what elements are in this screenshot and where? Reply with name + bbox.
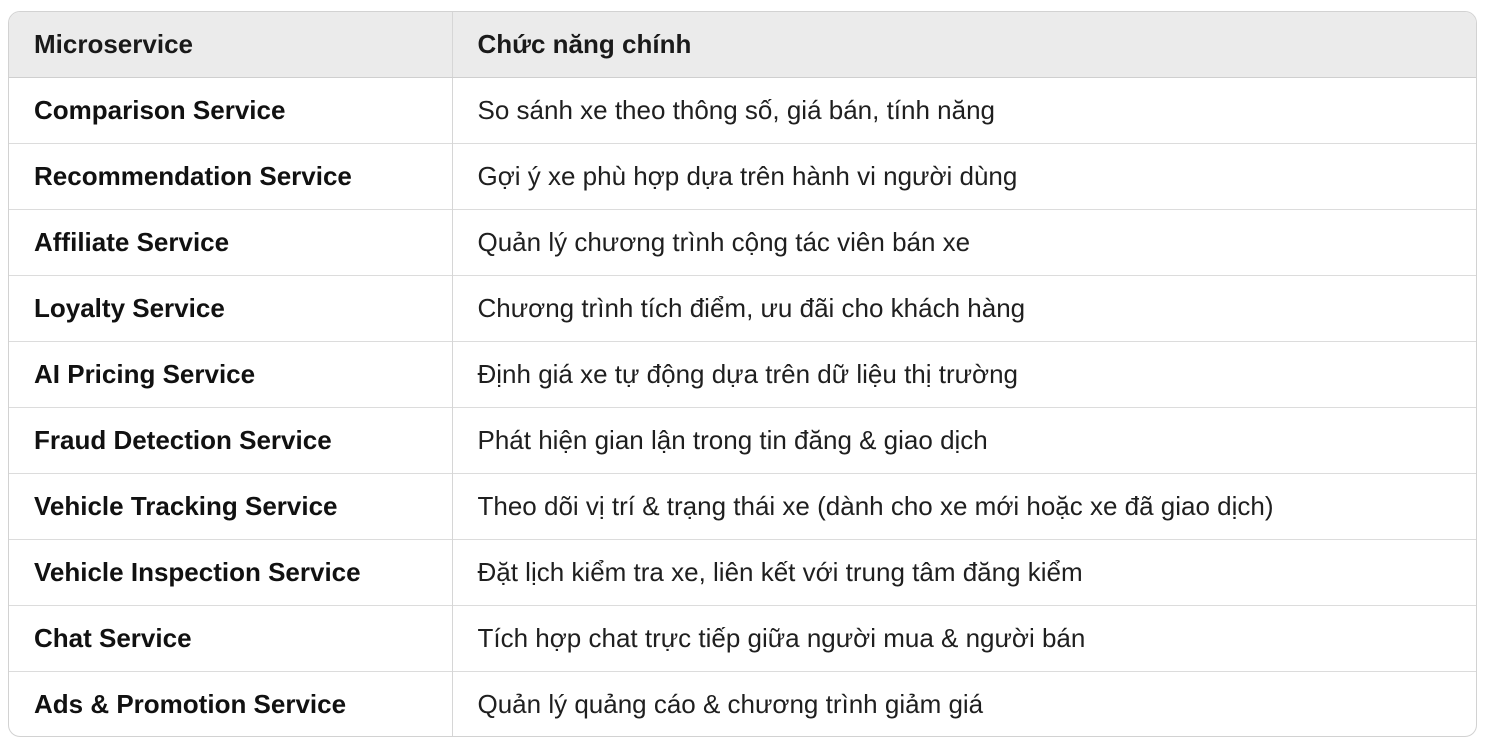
service-function-cell: Chương trình tích điểm, ưu đãi cho khách… bbox=[451, 274, 1476, 341]
service-function-cell: Phát hiện gian lận trong tin đăng & giao… bbox=[451, 406, 1476, 473]
service-name-cell: Fraud Detection Service bbox=[9, 406, 452, 473]
service-name-cell: Recommendation Service bbox=[9, 142, 452, 209]
table-row: Recommendation Service Gợi ý xe phù hợp … bbox=[9, 142, 1476, 209]
column-header-microservice: Microservice bbox=[9, 12, 452, 78]
service-function-cell: Quản lý quảng cáo & chương trình giảm gi… bbox=[451, 670, 1476, 736]
table-header: Microservice Chức năng chính bbox=[9, 12, 1476, 78]
table-row: Affiliate Service Quản lý chương trình c… bbox=[9, 208, 1476, 275]
service-function-cell: Quản lý chương trình cộng tác viên bán x… bbox=[451, 208, 1476, 275]
table-row: Ads & Promotion Service Quản lý quảng cá… bbox=[9, 670, 1476, 736]
service-name-cell: Comparison Service bbox=[34, 94, 286, 125]
service-name-cell: Vehicle Inspection Service bbox=[9, 538, 452, 605]
microservice-table: Microservice Chức năng chính Comparison … bbox=[9, 12, 1476, 736]
service-name-cell: Vehicle Tracking Service bbox=[9, 472, 452, 539]
service-name-cell: Chat Service bbox=[9, 604, 452, 671]
header-row: Microservice Chức năng chính bbox=[9, 12, 1476, 78]
service-function-cell: Theo dõi vị trí & trạng thái xe (dành ch… bbox=[451, 472, 1476, 539]
service-name-cell: Ads & Promotion Service bbox=[9, 670, 452, 736]
service-function-cell: So sánh xe theo thông số, giá bán, tính … bbox=[451, 77, 1476, 143]
service-function-cell: Tích hợp chat trực tiếp giữa người mua &… bbox=[451, 604, 1476, 671]
table-row: Comparison Service So sánh xe theo thông… bbox=[9, 77, 1476, 143]
service-name-cell: Affiliate Service bbox=[9, 208, 452, 275]
service-function-cell: Gợi ý xe phù hợp dựa trên hành vi người … bbox=[451, 142, 1476, 209]
service-name-cell: Loyalty Service bbox=[9, 274, 452, 341]
service-function-cell: Đặt lịch kiểm tra xe, liên kết với trung… bbox=[451, 538, 1476, 605]
service-name-cell: AI Pricing Service bbox=[9, 340, 452, 407]
table-row: Fraud Detection Service Phát hiện gian l… bbox=[9, 406, 1476, 473]
table-row: Chat Service Tích hợp chat trực tiếp giữ… bbox=[9, 604, 1476, 671]
table-row: Vehicle Tracking Service Theo dõi vị trí… bbox=[9, 472, 1476, 539]
microservice-table-container: Microservice Chức năng chính Comparison … bbox=[8, 11, 1477, 737]
column-header-main-function: Chức năng chính bbox=[451, 12, 1476, 78]
table-row: AI Pricing Service Định giá xe tự động d… bbox=[9, 340, 1476, 407]
table-row: Vehicle Inspection Service Đặt lịch kiểm… bbox=[9, 538, 1476, 605]
table-body: Comparison Service So sánh xe theo thông… bbox=[9, 77, 1476, 736]
service-function-cell: Định giá xe tự động dựa trên dữ liệu thị… bbox=[451, 340, 1476, 407]
table-row: Loyalty Service Chương trình tích điểm, … bbox=[9, 274, 1476, 341]
